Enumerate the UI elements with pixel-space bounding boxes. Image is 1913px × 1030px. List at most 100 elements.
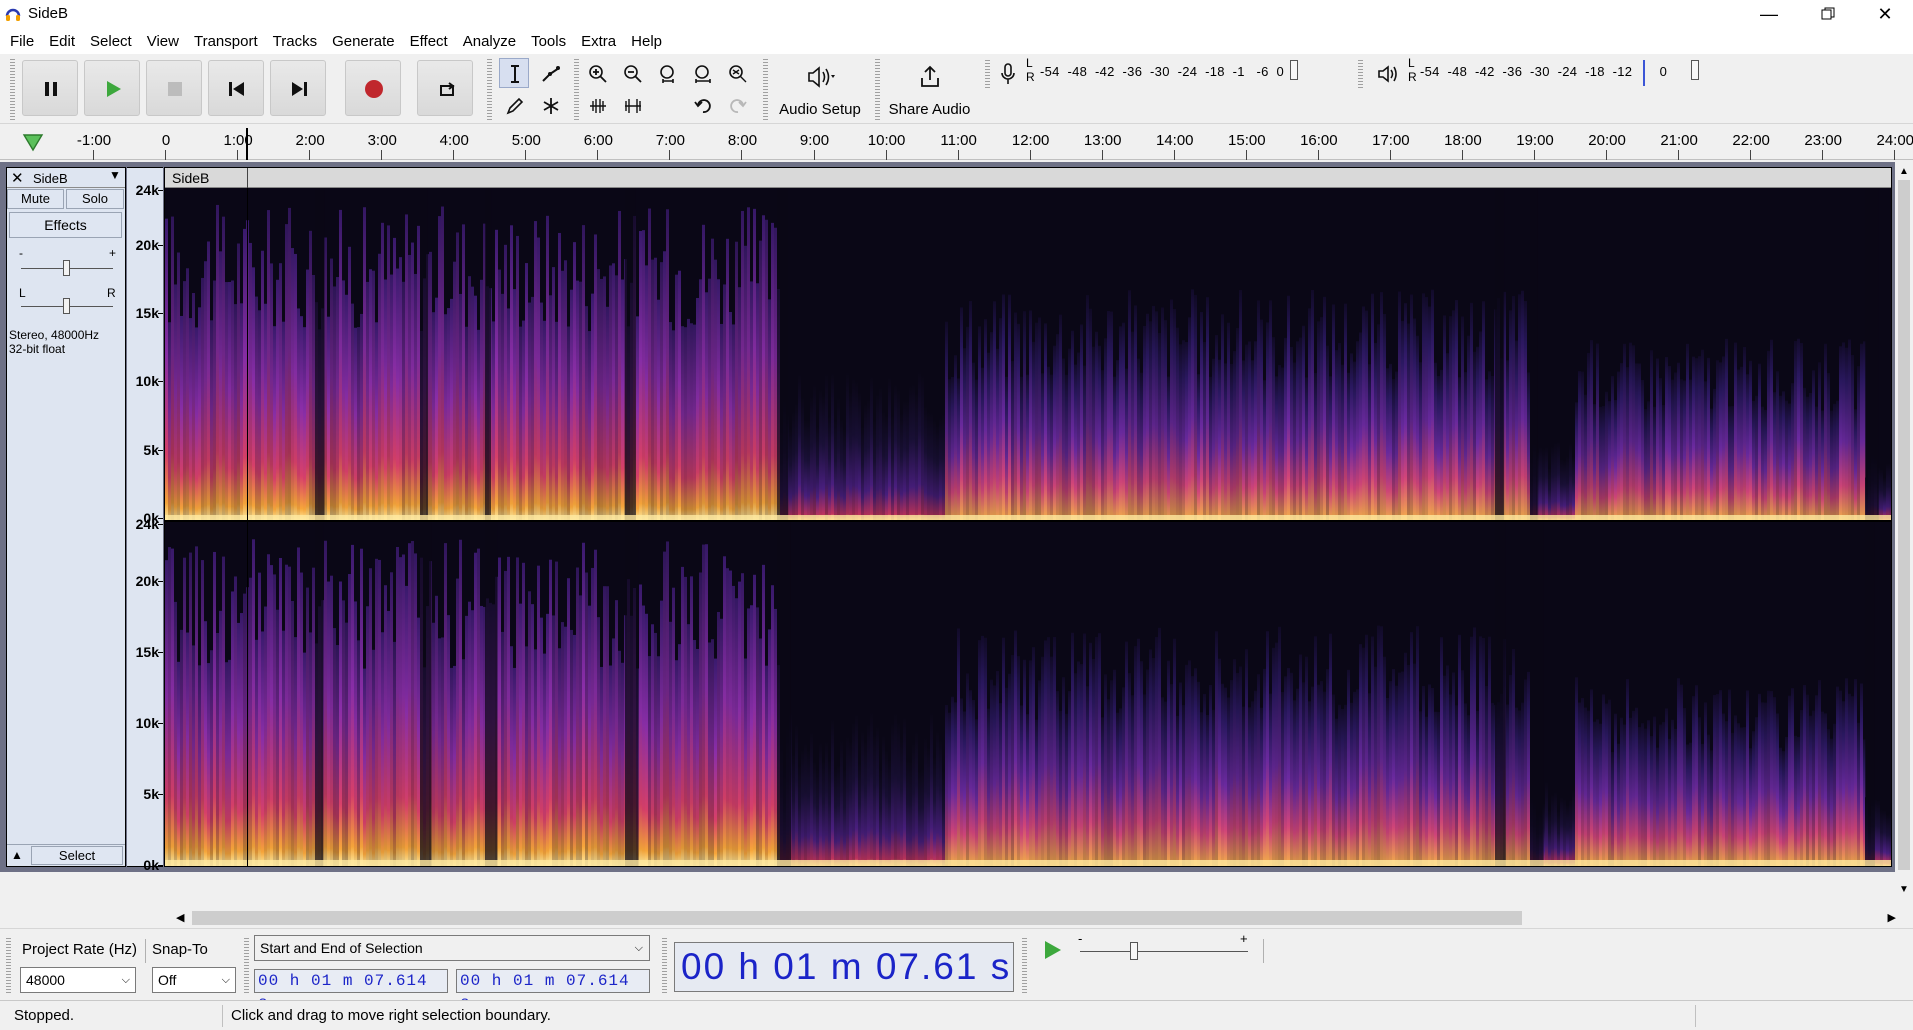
menu-effect[interactable]: Effect (410, 33, 457, 50)
skip-to-end-button[interactable] (270, 60, 326, 116)
menu-analyze[interactable]: Analyze (463, 33, 525, 50)
skip-to-start-button[interactable] (208, 60, 264, 116)
menu-view[interactable]: View (147, 33, 188, 50)
selection-mode-select[interactable]: Start and End of Selection ⌵ (254, 935, 650, 961)
audio-position-display[interactable]: 00 h 01 m 07.61 s (674, 942, 1014, 992)
scroll-up-icon[interactable]: ▲ (1899, 166, 1909, 177)
toolbar-grip[interactable] (763, 58, 768, 120)
snap-to-value: Off (158, 972, 177, 988)
menu-generate[interactable]: Generate (332, 33, 404, 50)
menu-file[interactable]: File (10, 33, 43, 50)
project-rate-select[interactable]: 48000 ⌵ (20, 967, 136, 993)
toolbar-grip[interactable] (875, 58, 880, 120)
audio-setup-button[interactable]: Audio Setup (770, 58, 870, 120)
playback-level-slider[interactable] (1691, 60, 1699, 80)
menu-edit[interactable]: Edit (49, 33, 84, 50)
zoom-toggle-button[interactable] (722, 58, 752, 88)
frequency-axis[interactable]: 24k 20k 15k 10k 5k 0k 24k 20k 15k 10k 5k 0k (127, 167, 163, 873)
play-button[interactable] (84, 60, 140, 116)
stop-button[interactable] (146, 60, 202, 116)
collapse-track-icon[interactable]: ▲ (11, 848, 23, 862)
record-button[interactable] (345, 60, 401, 116)
play-at-speed-icon[interactable] (1042, 939, 1064, 961)
play-meter-lr: L R (1408, 56, 1417, 84)
menu-transport[interactable]: Transport (194, 33, 267, 50)
track-menu-dropdown-icon[interactable]: ▼ (109, 168, 121, 182)
frequency-tick (158, 190, 163, 191)
menu-tracks[interactable]: Tracks (273, 33, 326, 50)
envelope-tool[interactable] (535, 58, 565, 88)
record-level-slider[interactable] (1290, 60, 1298, 80)
scroll-down-icon[interactable]: ▼ (1899, 884, 1909, 895)
trim-audio-button[interactable] (582, 90, 612, 120)
ruler-tick (1461, 150, 1463, 160)
toolbar-grip[interactable] (1022, 937, 1027, 993)
record-meter[interactable]: -54 -48 -42 -36 -30 -24 -18 -1 -6 0 (1040, 64, 1345, 79)
undo-button[interactable] (687, 90, 717, 120)
gain-slider[interactable] (63, 260, 70, 276)
gain-minus-label: - (19, 246, 23, 260)
menu-help[interactable]: Help (631, 33, 671, 50)
selection-start-time[interactable]: 00 h 01 m 07.614 s (254, 969, 448, 1012)
toolbar-grip[interactable] (10, 58, 15, 120)
close-window-button[interactable]: ✕ (1857, 0, 1913, 28)
menu-tools[interactable]: Tools (531, 33, 575, 50)
horizontal-scrollbar[interactable]: ◀ ▶ (172, 908, 1900, 928)
restore-button[interactable] (1800, 0, 1856, 28)
play-meter[interactable]: -54 -48 -42 -36 -30 -24 -18 -12 0 (1420, 64, 1725, 79)
playback-speed-slider[interactable] (1130, 942, 1138, 960)
stop-icon (168, 82, 182, 96)
multi-tool[interactable] (535, 90, 565, 120)
clip-title-bar[interactable]: SideB (165, 168, 1891, 188)
menu-select[interactable]: Select (90, 33, 141, 50)
record-icon (365, 80, 383, 98)
effects-button[interactable]: Effects (9, 212, 122, 238)
title-bar: SideB — ✕ (0, 0, 1913, 28)
spectrogram-left-channel[interactable] (165, 188, 1891, 522)
frequency-tick (158, 244, 163, 246)
loop-button[interactable] (417, 60, 473, 116)
vertical-scroll-thumb[interactable] (1898, 180, 1910, 870)
toolbar-grip[interactable] (487, 58, 492, 120)
status-hint: Click and drag to move right selection b… (231, 1007, 551, 1024)
selection-tool[interactable] (499, 58, 529, 88)
scroll-right-icon[interactable]: ▶ (1888, 911, 1896, 924)
silence-audio-button[interactable] (617, 90, 647, 120)
redo-button[interactable] (722, 90, 752, 120)
fit-project-button[interactable] (687, 58, 717, 88)
toolbar-grip[interactable] (6, 937, 11, 993)
ruler-tick-label: 13:00 (1083, 132, 1122, 149)
horizontal-scroll-thumb[interactable] (192, 911, 1522, 925)
audio-clip[interactable]: SideB (164, 167, 1892, 867)
pan-slider[interactable] (63, 298, 70, 314)
track-name-menu[interactable]: SideB (33, 171, 68, 186)
selection-end-time[interactable]: 00 h 01 m 07.614 s (456, 969, 650, 1012)
timeline-ruler[interactable]: -1:00 0 1:00 2:00 3:00 4:00 5:00 6:00 7:00 8:00 9:… (0, 126, 1913, 160)
snap-to-select[interactable]: Off ⌵ (152, 967, 236, 993)
toolbar-grip[interactable] (985, 58, 990, 88)
draw-tool[interactable] (499, 90, 529, 120)
speaker-icon (808, 66, 835, 88)
zoom-out-button[interactable] (617, 58, 647, 88)
toolbar-grip[interactable] (1358, 58, 1363, 88)
mute-button[interactable]: Mute (7, 189, 64, 209)
fit-selection-button[interactable] (652, 58, 682, 88)
minimize-button[interactable]: — (1741, 0, 1797, 28)
toolbar-grip[interactable] (574, 58, 579, 120)
frequency-tick (158, 449, 163, 451)
ruler-tick-label: 4:00 (439, 132, 469, 149)
share-audio-button[interactable]: Share Audio (882, 58, 977, 120)
menu-extra[interactable]: Extra (581, 33, 625, 50)
pause-button[interactable] (22, 60, 78, 116)
solo-button[interactable]: Solo (66, 189, 124, 209)
record-meter-lr: L R (1026, 56, 1035, 84)
toolbar-grip[interactable] (244, 937, 249, 993)
spectrogram-right-channel[interactable] (165, 522, 1891, 866)
project-rate-value: 48000 (26, 972, 65, 988)
select-track-button[interactable]: Select (31, 846, 123, 865)
close-track-icon[interactable]: ✕ (11, 169, 24, 187)
vertical-scrollbar[interactable]: ▲ ▼ (1895, 162, 1913, 902)
zoom-in-button[interactable] (582, 58, 612, 88)
toolbar-grip[interactable] (662, 937, 667, 993)
scroll-left-icon[interactable]: ◀ (176, 911, 184, 924)
